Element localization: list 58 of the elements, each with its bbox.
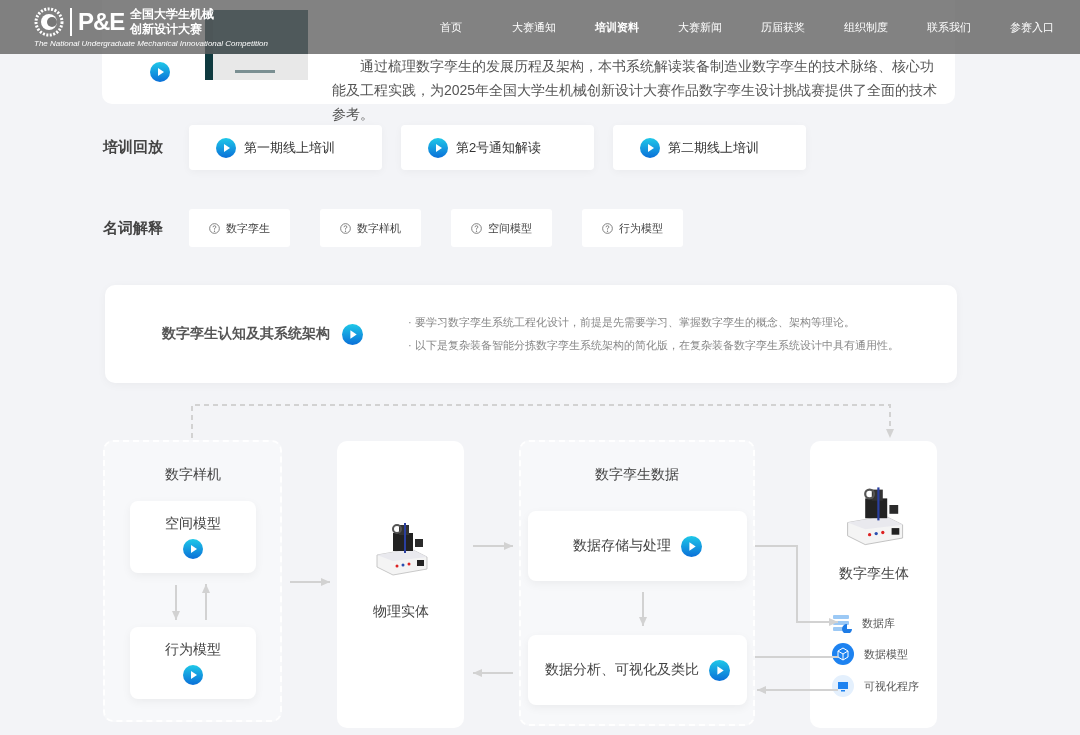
replay-button[interactable]: 第2号通知解读 [401,125,594,170]
play-icon[interactable] [680,535,702,557]
play-icon[interactable] [150,62,170,82]
arrow [289,578,331,586]
section-label: 培训回放 [103,138,164,157]
play-icon[interactable] [216,137,236,158]
arrow [472,542,514,550]
arrow [202,583,210,621]
replay-button[interactable]: 第二期线上培训 [613,125,806,170]
data-label: 数据存储与处理 [572,537,671,555]
group-title: 数字样机 [164,466,221,484]
nav-link[interactable]: 大赛新闻 [658,19,741,35]
twin-item-label: 数据模型 [864,646,908,662]
model-label: 空间模型 [164,515,221,533]
term-button[interactable]: 数字孪生 [189,209,290,247]
arrow [172,584,180,621]
arrow [639,591,647,627]
entity-label: 物理实体 [372,603,429,621]
play-icon[interactable] [342,323,363,345]
architecture-title[interactable]: 数字孪生认知及其系统架构 [162,323,408,345]
logo-mark: P&E [70,7,125,36]
twin-item-label: 可视化程序 [864,678,919,694]
database-icon [832,613,852,633]
question-icon [602,222,613,234]
gear-icon [34,6,64,37]
question-icon [471,222,482,234]
data-label: 数据分析、可视化及类比 [544,661,699,679]
nav-link[interactable]: 大赛通知 [492,19,575,35]
twin-label: 数字孪生体 [838,565,909,583]
group-title: 数字孪生数据 [595,466,679,484]
nav-link[interactable]: 联系我们 [907,19,990,35]
nav-link[interactable]: 首页 [409,19,492,35]
term-button[interactable]: 空间模型 [451,209,552,247]
arrow [472,669,514,677]
note-text: · 要学习数字孪生系统工程化设计，前提是先需要学习、掌握数字孪生的概念、架构等理论。 [408,315,856,330]
question-icon [209,222,220,234]
term-button[interactable]: 数字样机 [320,209,421,247]
nav-link[interactable]: 组织制度 [824,19,907,35]
twin-item-label: 数据库 [862,615,895,631]
model-label: 行为模型 [164,641,221,659]
play-icon[interactable] [182,539,203,559]
note-text: · 以下是复杂装备智能分拣数字孪生系统架构的简化版，在复杂装备数字孪生系统设计中具有通用性。 [408,338,899,353]
logo-title: 全国大学生机械 创新设计大赛 [130,6,215,37]
monitor-icon [832,675,854,697]
cube-icon [832,643,854,665]
term-button[interactable]: 行为模型 [582,209,683,247]
logo-tagline: The National Undergraduate Mechanical Innovational Competition [34,38,269,48]
question-icon [340,222,351,234]
replay-button[interactable]: 第一期线上培训 [189,125,382,170]
section-label: 名词解释 [103,218,164,238]
nav-link[interactable]: 参赛入口 [990,19,1073,35]
play-icon[interactable] [428,137,448,158]
nav-link[interactable]: 历届获奖 [741,19,824,35]
play-icon[interactable] [640,137,660,158]
intro-text: 通过梳理数字孪生的发展历程及架构，本书系统解读装备制造业数字孪生的技术脉络、核心功能及工程实践，为2025年全国大学生机械创新设计大赛作品数字孪生设计挑战赛提供了全面的技术参考。 [332,57,939,124]
play-icon[interactable] [708,659,730,681]
play-icon[interactable] [182,665,203,685]
nav-link[interactable]: 培训资料 [575,19,658,35]
